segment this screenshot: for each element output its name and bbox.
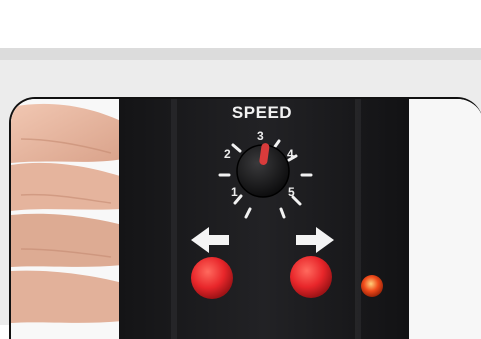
right-button[interactable] (290, 256, 332, 298)
top-margin (0, 0, 481, 48)
left-button[interactable] (191, 257, 233, 299)
controller-body (119, 99, 409, 339)
dial-number-5: 5 (288, 185, 295, 199)
dial-number-2: 2 (224, 147, 231, 161)
separator-band (0, 48, 481, 60)
speed-label: SPEED (231, 103, 293, 122)
dial-number-4: 4 (287, 147, 294, 161)
status-led (361, 275, 383, 297)
dial-number-3: 3 (257, 129, 264, 143)
dial-number-1: 1 (231, 185, 238, 199)
product-photo (9, 97, 481, 339)
